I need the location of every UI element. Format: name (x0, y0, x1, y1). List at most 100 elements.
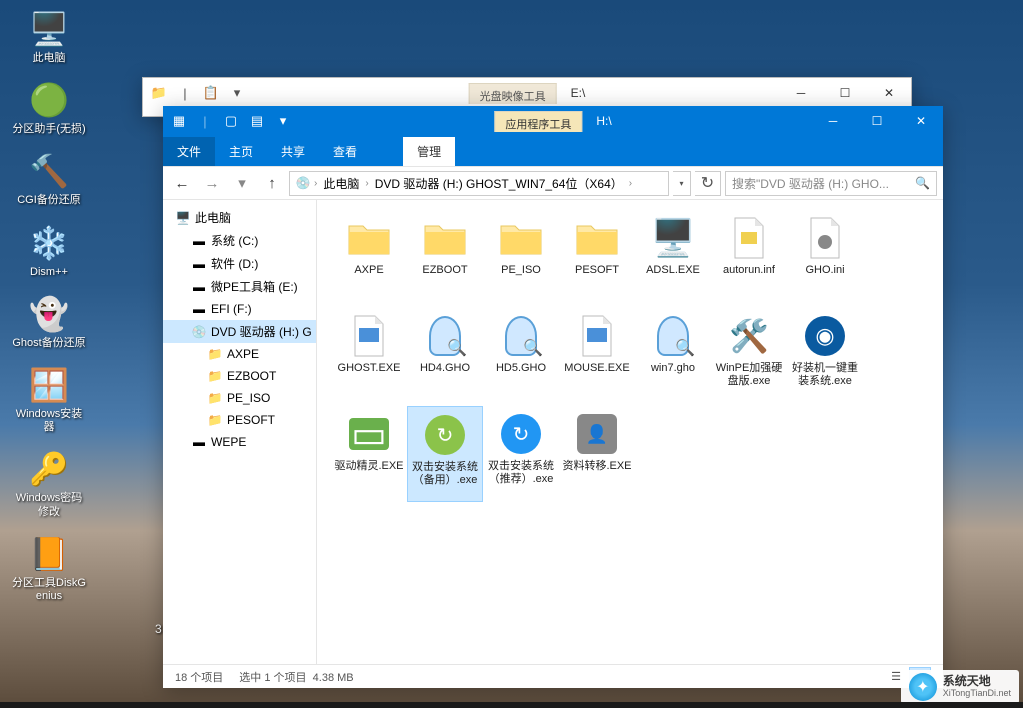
qat-divider: | (193, 109, 217, 133)
ribbon-manage[interactable]: 管理 (403, 137, 455, 166)
file-item[interactable]: ↻双击安装系统（推荐）.exe (483, 406, 559, 502)
desktop-icon[interactable]: ❄️Dism++ (12, 222, 86, 279)
minimize-button[interactable]: ─ (811, 107, 855, 135)
tree-item[interactable]: 📁EZBOOT (163, 365, 316, 387)
tree-label: 系统 (C:) (211, 232, 258, 249)
content-pane[interactable]: AXPE EZBOOTPE_ISO PESOFT 🖥️ADSL.EXEautorun.… (317, 200, 943, 664)
search-input[interactable]: 搜索"DVD 驱动器 (H:) GHO... 🔍 (725, 171, 937, 196)
ribbon-share[interactable]: 共享 (267, 137, 319, 166)
maximize-button[interactable]: ☐ (823, 79, 867, 107)
folder-icon: 📁 (207, 390, 223, 406)
qat-newfolder[interactable]: ▤ (245, 109, 269, 133)
qat-divider: | (173, 81, 197, 105)
file-item[interactable]: 👤资料转移.EXE (559, 406, 635, 502)
item-label: 双击安装系统（备用）.exe (410, 461, 480, 487)
nav-back[interactable]: ← (169, 170, 195, 196)
exe-driver-icon: ▭ (345, 410, 393, 458)
folder-icon: 📁 (207, 412, 223, 428)
qat-dropdown[interactable]: ▾ (271, 109, 295, 133)
file-item[interactable]: PE_ISO (483, 210, 559, 306)
desktop-icon[interactable]: 🪟Windows安装器 (12, 364, 86, 434)
bc-pc[interactable]: 此电脑 (319, 175, 363, 192)
file-item[interactable]: 🔍HD5.GHO (483, 308, 559, 404)
desktop-icon[interactable]: 🖥️此电脑 (12, 8, 86, 65)
ribbon: 文件 主页 共享 查看 管理 (163, 136, 943, 166)
file-item[interactable]: ↻双击安装系统（备用）.exe (407, 406, 483, 502)
tree-item[interactable]: ▬WEPE (163, 431, 316, 453)
exe-ghost-icon (345, 312, 393, 360)
tree-label: DVD 驱动器 (H:) G (211, 323, 312, 340)
nav-up[interactable]: ↑ (259, 170, 285, 196)
watermark-url: XiTongTianDi.net (943, 689, 1011, 699)
misc-number: 3 (155, 622, 162, 636)
close-button[interactable]: ✕ (867, 79, 911, 107)
tree-item[interactable]: 🖥️此电脑 (163, 206, 316, 229)
chevron-right-icon[interactable]: › (629, 178, 632, 189)
file-item[interactable]: GHOST.EXE (331, 308, 407, 404)
close-button[interactable]: ✕ (899, 107, 943, 135)
taskbar[interactable] (0, 702, 1023, 708)
tree-item[interactable]: ▬软件 (D:) (163, 252, 316, 275)
file-item[interactable]: ▭驱动精灵.EXE (331, 406, 407, 502)
ribbon-file[interactable]: 文件 (163, 137, 215, 166)
desktop-icon[interactable]: 📙分区工具DiskGenius (12, 533, 86, 603)
watermark-title: 系统天地 (943, 675, 1011, 688)
nav-forward[interactable]: → (199, 170, 225, 196)
item-label: HD4.GHO (420, 362, 470, 375)
item-label: AXPE (354, 264, 383, 277)
ribbon-view[interactable]: 查看 (319, 137, 371, 166)
ribbon-home[interactable]: 主页 (215, 137, 267, 166)
item-label: PESOFT (575, 264, 619, 277)
file-item[interactable]: GHO.ini (787, 210, 863, 306)
tree-item[interactable]: ▬EFI (F:) (163, 298, 316, 320)
folder-icon (421, 214, 469, 262)
tree-item[interactable]: 📁PE_ISO (163, 387, 316, 409)
tree-item[interactable]: ▬系统 (C:) (163, 229, 316, 252)
breadcrumb-dropdown[interactable]: ▾ (673, 171, 691, 196)
icon-label: CGI备份还原 (12, 194, 86, 207)
drive-icon: ▬ (191, 301, 207, 317)
exe-transfer-icon: 👤 (573, 410, 621, 458)
desktop-icon[interactable]: 🔑Windows密码修改 (12, 448, 86, 518)
tree-label: 软件 (D:) (211, 255, 258, 272)
watermark: ✦ 系统天地 XiTongTianDi.net (901, 670, 1019, 704)
file-item[interactable]: 🔍win7.gho (635, 308, 711, 404)
file-item[interactable]: ◉好装机一键重装系统.exe (787, 308, 863, 404)
folder-icon: 📁 (207, 368, 223, 384)
nav-history[interactable]: ▾ (229, 170, 255, 196)
file-item[interactable]: 🔍HD4.GHO (407, 308, 483, 404)
minimize-button[interactable]: ─ (779, 79, 823, 107)
file-item[interactable]: EZBOOT (407, 210, 483, 306)
desktop-icon[interactable]: 🟢分区助手(无损) (12, 79, 86, 136)
icon-label: 分区助手(无损) (12, 123, 86, 136)
file-item[interactable]: AXPE (331, 210, 407, 306)
maximize-button[interactable]: ☐ (855, 107, 899, 135)
app-icon: 🔑 (28, 448, 70, 490)
breadcrumb[interactable]: 💿 › 此电脑 › DVD 驱动器 (H:) GHOST_WIN7_64位（X6… (289, 171, 669, 196)
chevron-right-icon[interactable]: › (365, 178, 368, 189)
qat-dropdown[interactable]: ▾ (225, 81, 249, 105)
item-label: HD5.GHO (496, 362, 546, 375)
tree-item[interactable]: ▬微PE工具箱 (E:) (163, 275, 316, 298)
tree-item[interactable]: 💿DVD 驱动器 (H:) G (163, 320, 316, 343)
pc-icon: 🖥️ (175, 210, 191, 226)
refresh-button[interactable]: ↻ (695, 171, 721, 196)
file-item[interactable]: 🖥️ADSL.EXE (635, 210, 711, 306)
file-item[interactable]: PESOFT (559, 210, 635, 306)
qat-properties[interactable]: ▢ (219, 109, 243, 133)
explorer-window: ▦ | ▢ ▤ ▾ 应用程序工具 H:\ ─ ☐ ✕ 文件 主页 共享 查看 管… (163, 106, 943, 688)
chevron-right-icon[interactable]: › (314, 178, 317, 189)
desktop-icon[interactable]: 👻Ghost备份还原 (12, 293, 86, 350)
desktop-icon[interactable]: 🔨CGI备份还原 (12, 150, 86, 207)
qat-pin[interactable]: 📋 (199, 81, 223, 105)
exe-target-icon: ◉ (801, 312, 849, 360)
file-item[interactable]: 🛠️WinPE加强硬盘版.exe (711, 308, 787, 404)
tree-item[interactable]: 📁PESOFT (163, 409, 316, 431)
file-item[interactable]: MOUSE.EXE (559, 308, 635, 404)
tree-item[interactable]: 📁AXPE (163, 343, 316, 365)
bc-drive[interactable]: DVD 驱动器 (H:) GHOST_WIN7_64位（X64） (371, 175, 627, 192)
search-icon[interactable]: 🔍 (915, 176, 930, 190)
file-item[interactable]: autorun.inf (711, 210, 787, 306)
context-tab: 应用程序工具 (494, 111, 582, 132)
item-label: WinPE加强硬盘版.exe (713, 362, 785, 388)
